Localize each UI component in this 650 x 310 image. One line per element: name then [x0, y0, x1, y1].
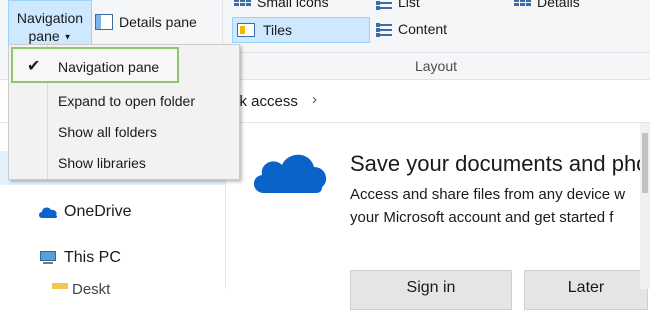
- promo-body-line: Access and share files from any device w: [350, 186, 626, 203]
- menu-item-navigation-pane[interactable]: ✔ Navigation pane: [11, 47, 179, 83]
- menu-item-label: Show all folders: [58, 124, 157, 140]
- list-button[interactable]: List: [376, 0, 420, 10]
- menu-item-show-all-folders[interactable]: Show all folders: [9, 118, 239, 146]
- breadcrumb[interactable]: ck access: [232, 93, 298, 110]
- navigation-pane-label-line1: Navigation: [16, 10, 84, 26]
- navigation-pane-button[interactable]: Navigation pane ▼: [8, 0, 92, 46]
- details-pane-label: Details pane: [119, 14, 197, 30]
- navigation-pane-menu: ✔ Navigation pane Expand to open folder …: [8, 44, 240, 180]
- tree-item-desktop[interactable]: Deskt: [72, 281, 110, 298]
- content-button[interactable]: Content: [376, 21, 447, 37]
- tiles-icon: [237, 23, 255, 37]
- menu-item-label: Show libraries: [58, 155, 146, 171]
- promo-body-line: your Microsoft account and get started f: [350, 209, 614, 226]
- menu-item-label: Navigation pane: [58, 59, 160, 75]
- tiles-button[interactable]: Tiles: [232, 17, 370, 43]
- tiles-label: Tiles: [263, 22, 293, 38]
- navigation-pane-label-line2: pane: [28, 28, 60, 44]
- dropdown-arrow-icon: ▼: [63, 32, 72, 42]
- details-view-label: Details: [537, 0, 580, 10]
- menu-item-label: Expand to open folder: [58, 93, 195, 109]
- content-label: Content: [398, 21, 448, 37]
- menu-item-expand-to-open-folder[interactable]: Expand to open folder: [9, 87, 239, 115]
- promo-body: Access and share files from any device w…: [350, 183, 625, 229]
- details-pane-icon: [95, 14, 113, 30]
- folder-icon: [52, 283, 68, 289]
- sign-in-button[interactable]: Sign in: [350, 270, 512, 310]
- onedrive-cloud-icon: [39, 207, 58, 218]
- layout-group-label: Layout: [222, 52, 650, 79]
- tree-item-this-pc[interactable]: This PC: [38, 249, 121, 267]
- list-icon: [376, 0, 392, 10]
- computer-icon: [38, 251, 58, 265]
- vertical-scrollbar[interactable]: [640, 123, 650, 289]
- onedrive-promo: Save your documents and pho Access and s…: [226, 123, 650, 310]
- breadcrumb-chevron-icon[interactable]: ›: [312, 91, 317, 108]
- menu-item-show-libraries[interactable]: Show libraries: [9, 149, 239, 177]
- checkmark-icon: ✔: [27, 58, 41, 75]
- details-view-icon: [514, 0, 531, 6]
- details-pane-button[interactable]: Details pane: [95, 10, 197, 34]
- tree-item-label: OneDrive: [64, 203, 132, 220]
- content-icon: [376, 21, 392, 37]
- tree-item-label: This PC: [64, 249, 121, 266]
- small-icons-label: Small icons: [257, 0, 329, 10]
- promo-title: Save your documents and pho: [350, 151, 649, 176]
- list-label: List: [398, 0, 420, 10]
- small-icons-icon: [234, 0, 251, 6]
- details-view-button[interactable]: Details: [514, 0, 580, 10]
- later-button[interactable]: Later: [524, 270, 648, 310]
- tree-item-onedrive[interactable]: OneDrive: [38, 203, 132, 221]
- onedrive-cloud-icon: [253, 154, 327, 193]
- small-icons-button[interactable]: Small icons: [234, 0, 329, 10]
- scrollbar-thumb[interactable]: [642, 133, 648, 193]
